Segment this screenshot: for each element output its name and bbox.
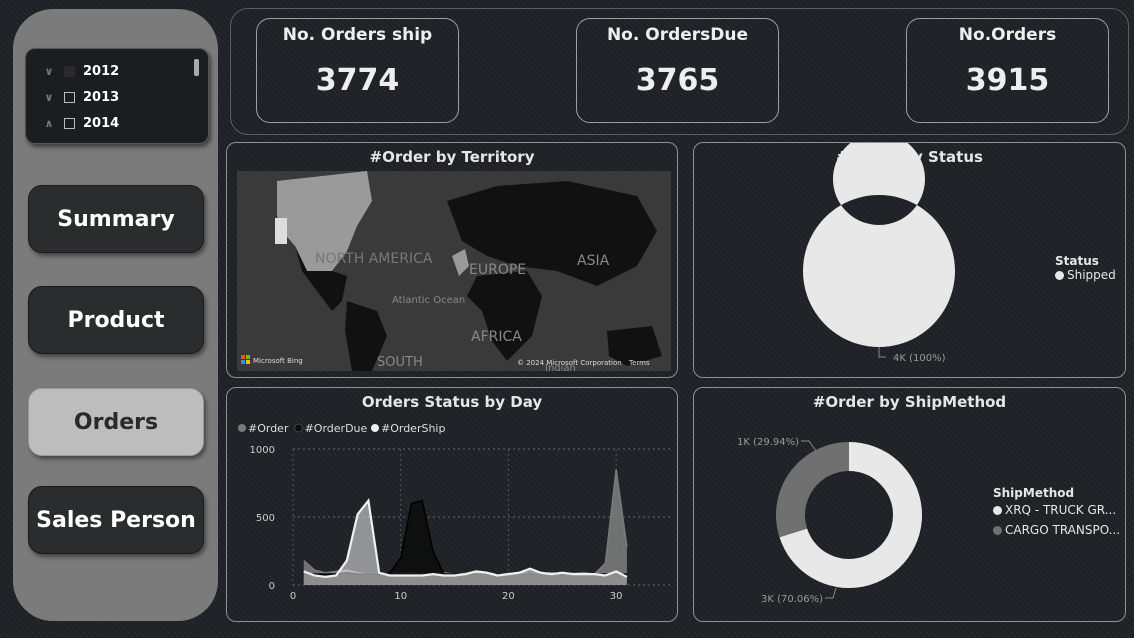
- slicer-scrollbar[interactable]: [194, 59, 199, 76]
- kpi-title: No. Orders ship: [282, 25, 433, 45]
- donut-slice-shipped[interactable]: [803, 143, 955, 347]
- label-europe: EUROPE: [469, 262, 526, 278]
- kpi-value: 3765: [635, 63, 720, 98]
- legend-label: XRQ - TRUCK GR...: [1005, 503, 1117, 517]
- year-item-2014[interactable]: ∧ 2014: [42, 113, 120, 133]
- legend-dot: [993, 525, 1002, 535]
- label-south: SOUTH: [377, 355, 423, 370]
- year-label: 2014: [83, 115, 120, 131]
- summary-button[interactable]: Summary: [28, 185, 204, 253]
- chevron-down-icon[interactable]: ∨: [42, 91, 56, 104]
- bing-logo-icon-part: [241, 360, 245, 364]
- orders-button[interactable]: Orders: [28, 388, 204, 456]
- sales-person-button[interactable]: Sales Person: [28, 486, 204, 554]
- label-north-america: NORTH AMERICA: [315, 251, 433, 267]
- leader-line: [878, 347, 886, 358]
- alaska-highlight: [275, 218, 287, 244]
- checkbox[interactable]: [64, 91, 75, 103]
- kpi-title: No. OrdersDue: [606, 25, 749, 45]
- y-tick-label: 500: [256, 513, 275, 524]
- legend-dot: [993, 505, 1002, 515]
- legend-item-0[interactable]: #Order: [238, 422, 289, 435]
- year-slicer[interactable]: ∨ 2012 ∨ 2013 ∧ 2014: [25, 48, 209, 144]
- map-copyright: © 2024 Microsoft Corporation: [517, 359, 622, 367]
- y-tick-label: 1000: [250, 445, 275, 456]
- product-button[interactable]: Product: [28, 286, 204, 354]
- kpi-value: 3774: [315, 63, 400, 98]
- legend-label: #OrderShip: [381, 422, 445, 435]
- legend-dot: [371, 424, 379, 432]
- bing-label: Microsoft Bing: [253, 357, 303, 365]
- orders-by-day-panel[interactable]: Orders Status by Day #Order #OrderDue #Ord…: [226, 387, 678, 622]
- kpi-card-orders-due: No. OrdersDue 3765: [576, 18, 779, 123]
- year-item-2013[interactable]: ∨ 2013: [42, 87, 120, 107]
- territory-map-panel[interactable]: #Order by Territory NORTH AMERICA EUROPE…: [226, 142, 678, 378]
- donut-slice-cargo[interactable]: [776, 442, 849, 538]
- year-item-2012[interactable]: ∨ 2012: [42, 61, 120, 81]
- orders-by-day-chart[interactable]: #Order #OrderDue #OrderShip 0 500 1000 0 10 20 30: [227, 388, 677, 621]
- data-label-cargo: 1K (29.94%): [737, 437, 799, 448]
- legend-dot: [1055, 270, 1064, 280]
- kpi-card-orders-ship: No. Orders ship 3774: [256, 18, 459, 123]
- leader-line: [825, 587, 837, 599]
- legend-dot: [294, 423, 304, 433]
- bing-logo-icon-part: [246, 360, 250, 364]
- kpi-title: No.Orders: [958, 25, 1057, 45]
- chevron-down-icon[interactable]: ∨: [42, 65, 56, 78]
- legend-label: Shipped: [1067, 268, 1116, 282]
- legend-item-shipped[interactable]: Shipped: [1055, 268, 1116, 282]
- leader-line: [801, 440, 817, 452]
- shipmethod-legend: ShipMethod XRQ - TRUCK GR... CARGO TRANS…: [993, 486, 1120, 537]
- legend-label: #OrderDue: [305, 422, 368, 435]
- x-tick-label: 30: [610, 591, 623, 602]
- data-label-truck: 3K (70.06%): [761, 594, 823, 605]
- x-tick-label: 0: [290, 591, 296, 602]
- kpi-card-orders: No.Orders 3915: [906, 18, 1109, 123]
- chevron-up-icon[interactable]: ∧: [42, 117, 56, 130]
- bing-logo-icon: [241, 355, 245, 359]
- x-tick-label: 20: [502, 591, 515, 602]
- status-panel[interactable]: #Order by Status 4K (100%) Status Shippe…: [693, 142, 1126, 378]
- label-atlantic: Atlantic Ocean: [392, 295, 465, 306]
- x-tick-label: 10: [394, 591, 407, 602]
- label-africa: AFRICA: [471, 329, 522, 345]
- year-label: 2012: [83, 63, 120, 79]
- checkbox[interactable]: [64, 65, 75, 77]
- legend-title: Status: [1055, 254, 1099, 268]
- bing-logo-icon-part: [246, 355, 250, 359]
- legend-label: CARGO TRANSPO...: [1005, 523, 1121, 537]
- legend-item-1[interactable]: #OrderDue: [294, 422, 368, 435]
- map-terms-link[interactable]: Terms: [628, 359, 650, 367]
- kpi-value: 3915: [965, 63, 1050, 98]
- world-map[interactable]: NORTH AMERICA EUROPE ASIA AFRICA SOUTH A…: [237, 171, 671, 371]
- year-label: 2013: [83, 89, 120, 105]
- legend-item-cargo[interactable]: CARGO TRANSPO...: [993, 523, 1120, 537]
- label-asia: ASIA: [577, 253, 610, 269]
- legend-item-2[interactable]: #OrderShip: [371, 422, 445, 435]
- legend-label: #Order: [248, 422, 289, 435]
- legend-dot: [238, 424, 246, 432]
- panel-title: #Order by Territory: [369, 148, 535, 166]
- checkbox[interactable]: [64, 117, 75, 129]
- shipmethod-panel[interactable]: #Order by ShipMethod 1K (29.94%) 3K (70.0…: [693, 387, 1126, 622]
- legend-item-truck[interactable]: XRQ - TRUCK GR...: [993, 503, 1120, 517]
- data-label: 4K (100%): [893, 353, 946, 364]
- status-legend: Status Shipped: [1055, 254, 1116, 282]
- legend-title: ShipMethod: [993, 486, 1075, 500]
- y-tick-label: 0: [269, 581, 275, 592]
